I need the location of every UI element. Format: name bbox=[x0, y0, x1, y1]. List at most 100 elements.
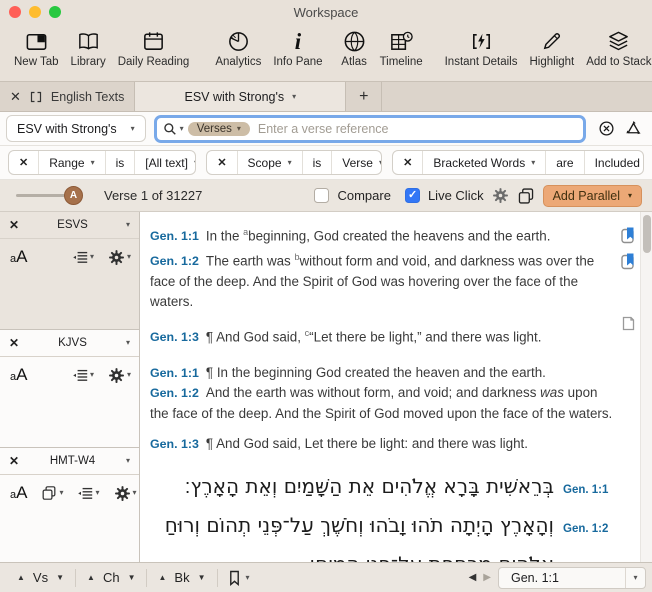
close-icon[interactable]: ✕ bbox=[9, 336, 19, 350]
module-selector-button[interactable]: ESV with Strong's ▾ bbox=[6, 115, 146, 142]
highlight-button[interactable]: Highlight bbox=[529, 28, 574, 68]
window-title: Workspace bbox=[0, 5, 652, 20]
filter-value-dropdown[interactable]: Included▾ bbox=[584, 151, 644, 174]
pane-gear-dropdown[interactable]: ▾ bbox=[114, 485, 137, 502]
add-tab-button[interactable]: + bbox=[346, 82, 382, 111]
verse-ref[interactable]: Gen. 1:1 bbox=[554, 473, 616, 508]
live-click-label: Live Click bbox=[428, 188, 484, 203]
search-row: ESV with Strong's ▾ ▾ Verses ▾ bbox=[0, 112, 652, 146]
verse-ref[interactable]: Gen. 1:3 bbox=[150, 437, 199, 451]
chevron-down-icon: ▾ bbox=[127, 371, 131, 379]
verse-ref[interactable]: Gen. 1:2 bbox=[150, 386, 199, 400]
bookmark-icon[interactable] bbox=[621, 227, 635, 244]
note-icon[interactable] bbox=[622, 316, 635, 331]
scrollbar-thumb[interactable] bbox=[643, 215, 651, 253]
verse-nav-group: ▲ Vs ▼ bbox=[6, 569, 76, 587]
display-settings-dropdown[interactable]: ▾ bbox=[77, 485, 99, 501]
live-click-checkbox[interactable] bbox=[405, 188, 420, 203]
close-icon[interactable]: ✕ bbox=[9, 218, 19, 232]
chevron-down-icon: ▾ bbox=[131, 125, 135, 133]
expand-zone-icon[interactable] bbox=[30, 91, 42, 103]
atlas-button[interactable]: Atlas bbox=[341, 28, 368, 68]
filter-name-dropdown[interactable]: Scope▾ bbox=[237, 151, 302, 174]
up-arrow-icon[interactable]: ▲ bbox=[17, 574, 25, 582]
chevron-down-icon[interactable]: ▾ bbox=[126, 457, 130, 465]
pane-gear-dropdown[interactable]: ▾ bbox=[108, 249, 131, 266]
clear-search-icon[interactable] bbox=[598, 120, 615, 137]
verse-ref[interactable]: Gen. 1:2 bbox=[554, 512, 616, 547]
add-parallel-button[interactable]: Add Parallel ▾ bbox=[543, 185, 642, 207]
filter-verb: are bbox=[545, 151, 583, 174]
filter-value-dropdown[interactable]: [All text]▾ bbox=[134, 151, 196, 174]
gear-icon[interactable] bbox=[492, 187, 509, 204]
add-to-stack-button[interactable]: Add to Stack bbox=[586, 28, 651, 68]
library-button[interactable]: Library bbox=[71, 28, 106, 68]
vertical-scrollbar[interactable] bbox=[640, 212, 652, 562]
bible-text-area[interactable]: Gen. 1:1In the abeginning, God created t… bbox=[140, 212, 652, 562]
outline-icon bbox=[79, 492, 82, 495]
verse-slider[interactable]: A bbox=[16, 194, 80, 197]
chevron-down-icon[interactable]: ▾ bbox=[180, 125, 184, 133]
bookmark-icon[interactable] bbox=[621, 253, 635, 270]
verse-ref[interactable]: Gen. 1:1 bbox=[150, 229, 199, 243]
pane-controls: aA ▾ ▾ bbox=[0, 357, 139, 385]
chevron-down-icon: ▾ bbox=[531, 159, 535, 167]
book-nav-group: ▲ Bk ▼ bbox=[147, 569, 217, 587]
hebrew-line: אֱלֹהִים מְרַחֶפֶת עַל־פְּנֵי הַמָּיִם׃ bbox=[150, 547, 616, 562]
close-icon[interactable]: ✕ bbox=[9, 454, 19, 468]
compare-checkbox[interactable] bbox=[314, 188, 329, 203]
close-icon[interactable]: ✕ bbox=[207, 151, 236, 174]
filter-name-dropdown[interactable]: Bracketed Words▾ bbox=[422, 151, 545, 174]
bottom-bar-right: ◀ ▶ Gen. 1:1 ▾ bbox=[469, 567, 646, 589]
pane-hmt-w4: ✕ HMT-W4 ▾ aA ▾ ▾ ▾ bbox=[0, 448, 139, 562]
verse-ref[interactable]: Gen. 1:2 bbox=[150, 254, 199, 268]
display-settings-dropdown[interactable]: ▾ bbox=[72, 367, 94, 383]
close-zone-icon[interactable]: ✕ bbox=[10, 89, 21, 105]
pane-title[interactable]: KJVS bbox=[19, 337, 126, 349]
outline-icon bbox=[73, 256, 76, 259]
up-arrow-icon[interactable]: ▲ bbox=[87, 574, 95, 582]
filter-value-dropdown[interactable]: Verse▾ bbox=[331, 151, 382, 174]
calendar-icon bbox=[140, 28, 167, 55]
close-icon[interactable]: ✕ bbox=[393, 151, 422, 174]
instant-details-button[interactable]: Instant Details bbox=[445, 28, 518, 68]
tab-esv-with-strongs[interactable]: ESV with Strong's ▾ bbox=[134, 82, 346, 111]
pane-title[interactable]: ESVS bbox=[19, 219, 126, 231]
workspace-window: Workspace New Tab Library Daily Reading … bbox=[0, 0, 652, 592]
close-icon[interactable]: ✕ bbox=[9, 151, 38, 174]
parallel-pages-dropdown[interactable]: ▾ bbox=[41, 485, 63, 501]
recycle-icon[interactable] bbox=[625, 120, 642, 137]
back-arrow-icon[interactable]: ◀ bbox=[469, 573, 477, 583]
up-arrow-icon[interactable]: ▲ bbox=[158, 574, 166, 582]
verse-ref[interactable]: Gen. 1:3 bbox=[150, 330, 199, 344]
filter-name-dropdown[interactable]: Range▾ bbox=[38, 151, 104, 174]
timeline-button[interactable]: Timeline bbox=[380, 28, 423, 68]
chevron-down-icon: ▾ bbox=[127, 253, 131, 261]
down-arrow-icon[interactable]: ▼ bbox=[198, 574, 206, 582]
verse-slider-knob[interactable]: A bbox=[64, 186, 83, 205]
chevron-down-icon: ▾ bbox=[246, 574, 250, 582]
down-arrow-icon[interactable]: ▼ bbox=[128, 574, 136, 582]
verse-ref[interactable]: Gen. 1:1 bbox=[150, 366, 199, 380]
bookmark-dropdown[interactable]: ▾ bbox=[218, 570, 260, 586]
search-mode-pill[interactable]: Verses ▾ bbox=[188, 122, 250, 136]
chevron-down-icon[interactable]: ▾ bbox=[126, 221, 130, 229]
text-browser-icon[interactable] bbox=[517, 187, 535, 205]
daily-reading-button[interactable]: Daily Reading bbox=[118, 28, 190, 68]
pane-title[interactable]: HMT-W4 bbox=[19, 455, 126, 467]
verse-search-input[interactable] bbox=[258, 122, 577, 136]
text-size-control[interactable]: aA bbox=[10, 365, 27, 385]
analytics-button[interactable]: Analytics bbox=[215, 28, 261, 68]
text-size-control[interactable]: aA bbox=[10, 247, 27, 267]
text-size-control[interactable]: aA bbox=[10, 483, 27, 503]
chevron-down-icon[interactable]: ▾ bbox=[126, 339, 130, 347]
verse-selector[interactable]: Gen. 1:1 ▾ bbox=[498, 567, 646, 589]
info-pane-button[interactable]: i Info Pane bbox=[273, 28, 322, 68]
chevron-down-icon: ▾ bbox=[91, 159, 95, 167]
down-arrow-icon[interactable]: ▼ bbox=[56, 574, 64, 582]
pane-gear-dropdown[interactable]: ▾ bbox=[108, 367, 131, 384]
search-icon[interactable] bbox=[163, 122, 177, 136]
display-settings-dropdown[interactable]: ▾ bbox=[72, 249, 94, 265]
new-tab-button[interactable]: New Tab bbox=[14, 28, 59, 68]
forward-arrow-icon[interactable]: ▶ bbox=[483, 573, 491, 583]
